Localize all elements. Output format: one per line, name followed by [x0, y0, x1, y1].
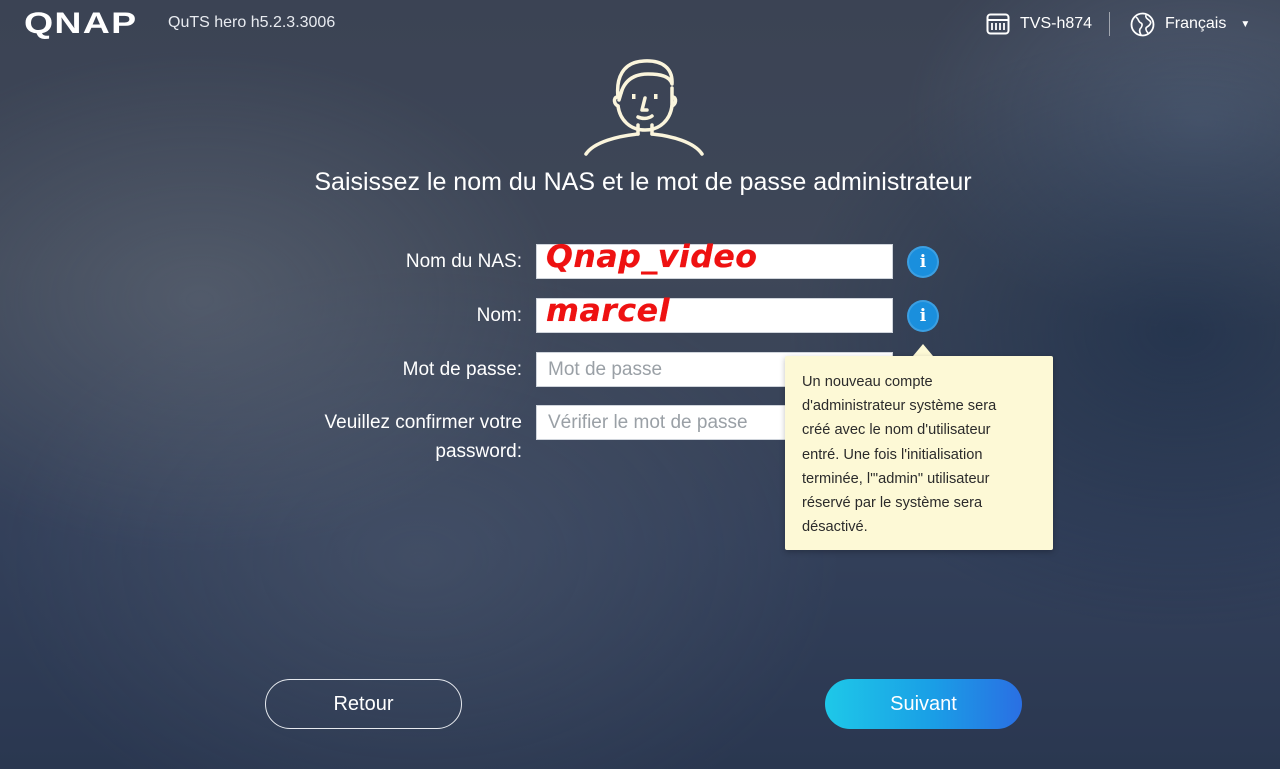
next-button[interactable]: Suivant	[825, 679, 1022, 729]
info-tooltip: Un nouveau compte d'administrateur systè…	[785, 356, 1053, 550]
firmware-version: QuTS hero h5.2.3.3006	[168, 14, 336, 31]
tooltip-line: d'administrateur système sera	[802, 398, 997, 415]
language-selector[interactable]: Français ▼	[1130, 11, 1250, 37]
password-label: Mot de passe:	[402, 359, 522, 380]
tooltip-line: terminée, l'"admin" utilisateur	[802, 470, 990, 487]
username-label: Nom:	[476, 305, 522, 326]
tooltip-line: créé avec le nom d'utilisateur	[802, 422, 991, 439]
language-label: Français	[1165, 15, 1227, 32]
confirm-password-label: Veuillez confirmer votre password:	[325, 408, 522, 466]
nas-device-icon	[986, 13, 1010, 35]
tooltip-line: désactivé.	[802, 519, 868, 536]
nas-name-info-icon[interactable]: i	[907, 246, 939, 278]
qnap-logo: QNAP	[24, 7, 138, 40]
tooltip-line: Un nouveau compte	[802, 374, 933, 390]
header-divider	[1109, 12, 1110, 36]
top-bar: QNAP QuTS hero h5.2.3.3006 TVS-h874 Fran…	[0, 0, 1280, 48]
tooltip-line: entré. Une fois l'initialisation	[802, 446, 983, 463]
page-title: Saisissez le nom du NAS et le mot de pas…	[314, 168, 972, 196]
device-name: TVS-h874	[1020, 15, 1093, 32]
tooltip-line: réservé par le système sera	[802, 495, 983, 512]
confirm-label-line-2: password:	[435, 441, 522, 462]
username-info-icon[interactable]: i	[907, 300, 939, 332]
nas-name-value: Qnap_video	[546, 239, 758, 275]
nas-name-label: Nom du NAS:	[405, 251, 522, 272]
chevron-down-icon: ▼	[1240, 18, 1251, 30]
device-info: TVS-h874	[986, 11, 1092, 37]
admin-avatar-icon	[584, 59, 704, 156]
back-button[interactable]: Retour	[265, 679, 462, 729]
globe-icon	[1130, 12, 1155, 36]
tooltip-arrow	[913, 344, 933, 356]
username-value: marcel	[546, 293, 670, 329]
confirm-label-line-1: Veuillez confirmer votre	[324, 412, 522, 433]
